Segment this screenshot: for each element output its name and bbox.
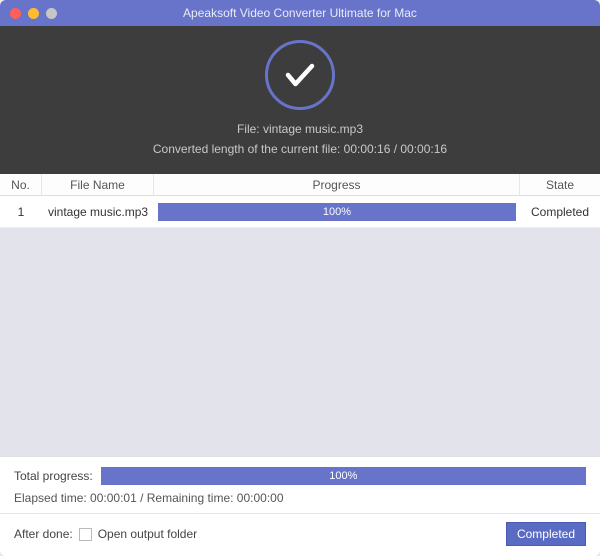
window-title: Apeaksoft Video Converter Ultimate for M… (0, 6, 600, 20)
file-name: vintage music.mp3 (263, 122, 363, 136)
traffic-lights (10, 8, 57, 19)
table-body: 1 vintage music.mp3 100% Completed (0, 196, 600, 456)
divider (0, 513, 600, 514)
row-progress: 100% (154, 203, 520, 221)
footer: Total progress: 100% Elapsed time: 00:00… (0, 456, 600, 556)
after-done-row: After done: Open output folder Completed (14, 522, 586, 546)
maximize-icon[interactable] (46, 8, 57, 19)
minimize-icon[interactable] (28, 8, 39, 19)
total-progress-text: 100% (329, 470, 357, 482)
row-no: 1 (0, 205, 42, 219)
row-progress-bar: 100% (158, 203, 516, 221)
current-file-label: File: vintage music.mp3 (0, 122, 600, 136)
after-done-label: After done: (14, 527, 73, 541)
time-info: Elapsed time: 00:00:01 / Remaining time:… (14, 491, 586, 505)
after-done-left: After done: Open output folder (14, 527, 197, 541)
table-row[interactable]: 1 vintage music.mp3 100% Completed (0, 196, 600, 228)
total-progress-bar: 100% (101, 467, 586, 485)
file-prefix: File: (237, 122, 263, 136)
open-folder-checkbox[interactable] (79, 528, 92, 541)
total-progress-label: Total progress: (14, 469, 93, 483)
row-file-name: vintage music.mp3 (42, 205, 154, 219)
row-progress-text: 100% (323, 206, 351, 218)
checkmark-icon (265, 40, 335, 110)
header-no: No. (0, 174, 42, 195)
header-progress: Progress (154, 174, 520, 195)
converted-length-label: Converted length of the current file: 00… (0, 142, 600, 156)
completed-button[interactable]: Completed (506, 522, 586, 546)
total-progress-row: Total progress: 100% (14, 467, 586, 485)
status-hero: File: vintage music.mp3 Converted length… (0, 26, 600, 174)
titlebar: Apeaksoft Video Converter Ultimate for M… (0, 0, 600, 26)
table-header: No. File Name Progress State (0, 174, 600, 196)
close-icon[interactable] (10, 8, 21, 19)
app-window: Apeaksoft Video Converter Ultimate for M… (0, 0, 600, 556)
header-file-name: File Name (42, 174, 154, 195)
row-state: Completed (520, 205, 600, 219)
header-state: State (520, 174, 600, 195)
open-folder-label: Open output folder (98, 527, 197, 541)
